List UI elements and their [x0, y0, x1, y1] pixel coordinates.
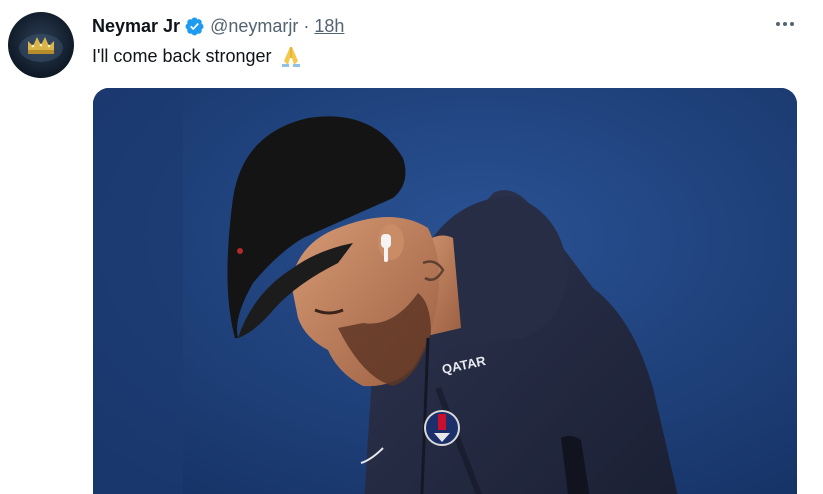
crown-icon	[19, 34, 63, 62]
tweet-text: I'll come back stronger	[92, 44, 304, 68]
psg-crest-icon	[424, 410, 460, 446]
photo-player-in-cap-and-hoodie: QATAR	[93, 88, 797, 494]
display-name[interactable]: Neymar Jr	[92, 14, 180, 38]
separator-dot: ·	[303, 16, 310, 36]
more-horizontal-icon	[776, 22, 794, 26]
verified-badge-icon	[184, 16, 205, 37]
tweet-photo[interactable]: QATAR	[93, 88, 797, 494]
tweet-card: Neymar Jr @neymarjr · 18h I'll come back…	[0, 0, 823, 494]
timestamp-link[interactable]: 18h	[314, 14, 344, 38]
folded-hands-emoji-icon	[278, 44, 304, 68]
tweet-header: Neymar Jr @neymarjr · 18h	[92, 14, 344, 38]
handle[interactable]: @neymarjr	[210, 14, 298, 38]
more-options-button[interactable]	[773, 12, 797, 36]
avatar[interactable]	[8, 12, 74, 78]
tweet-text-content: I'll come back stronger	[92, 46, 272, 66]
